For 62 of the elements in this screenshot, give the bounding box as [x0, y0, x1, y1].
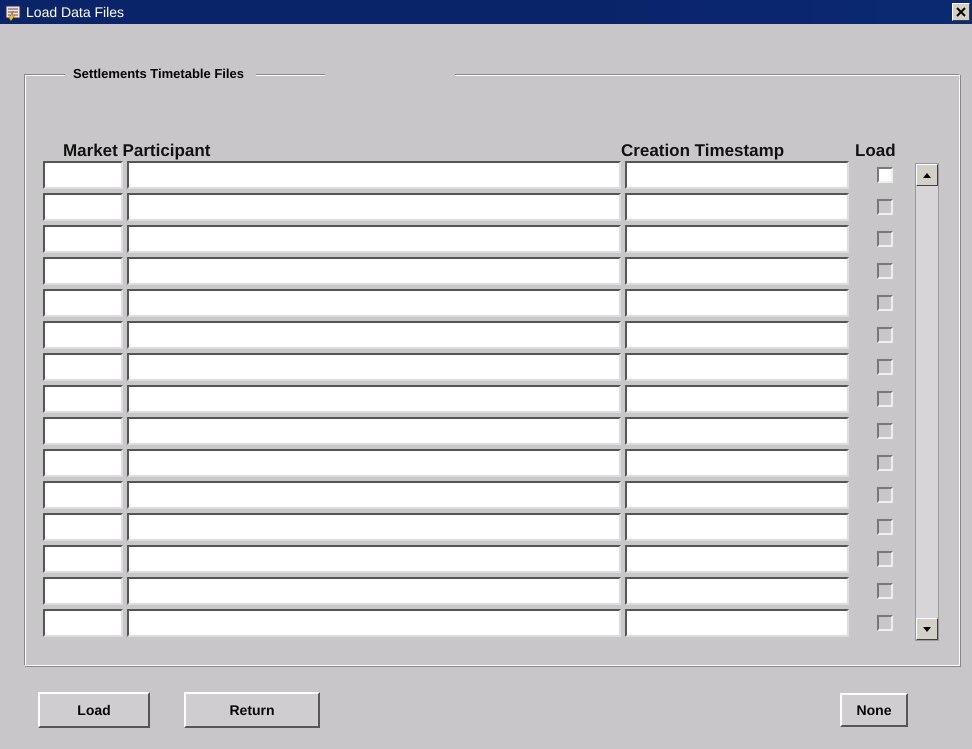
text-field[interactable] — [127, 417, 621, 445]
app-icon — [4, 3, 22, 21]
text-field[interactable] — [625, 417, 849, 445]
text-field[interactable] — [43, 577, 123, 605]
none-button[interactable]: None — [840, 693, 908, 727]
group-title: Settlements Timetable Files — [65, 66, 256, 81]
text-field[interactable] — [625, 161, 849, 189]
close-button[interactable] — [952, 3, 970, 21]
column-header: Market Participant — [62, 141, 212, 161]
text-field[interactable] — [127, 609, 621, 637]
text-field[interactable] — [625, 321, 849, 349]
scroll-bar[interactable] — [915, 163, 939, 641]
text-field[interactable] — [43, 289, 123, 317]
scroll-up-button[interactable] — [916, 164, 938, 186]
text-field[interactable] — [127, 193, 621, 221]
text-field[interactable] — [43, 609, 123, 637]
text-field[interactable] — [127, 449, 621, 477]
scroll-down-button[interactable] — [916, 618, 938, 640]
column-header: Load — [855, 141, 896, 161]
return-button[interactable]: Return — [184, 692, 320, 728]
text-field[interactable] — [127, 353, 621, 381]
text-field[interactable] — [127, 321, 621, 349]
text-field[interactable] — [625, 449, 849, 477]
text-field[interactable] — [127, 481, 621, 509]
text-field[interactable] — [127, 161, 621, 189]
text-field[interactable] — [625, 609, 849, 637]
text-field[interactable] — [43, 513, 123, 541]
text-field[interactable] — [43, 257, 123, 285]
column-header: Creation Timestamp — [621, 141, 786, 161]
text-field[interactable] — [127, 513, 621, 541]
text-field[interactable] — [127, 289, 621, 317]
text-field[interactable] — [43, 545, 123, 573]
text-field[interactable] — [625, 257, 849, 285]
load-button[interactable]: Load — [38, 692, 150, 728]
text-field[interactable] — [43, 385, 123, 413]
text-field[interactable] — [127, 545, 621, 573]
text-field[interactable] — [127, 257, 621, 285]
text-field[interactable] — [625, 225, 849, 253]
text-field[interactable] — [625, 193, 849, 221]
text-field[interactable] — [625, 481, 849, 509]
text-field[interactable] — [625, 545, 849, 573]
text-field[interactable] — [43, 353, 123, 381]
up-triangle-icon — [923, 172, 931, 178]
text-field[interactable] — [43, 161, 123, 189]
close-icon — [956, 7, 966, 17]
text-field[interactable] — [625, 385, 849, 413]
window-title: Load Data Files — [26, 4, 126, 20]
down-triangle-icon — [923, 626, 931, 632]
text-field[interactable] — [127, 225, 621, 253]
text-field[interactable] — [625, 577, 849, 605]
text-field[interactable] — [43, 193, 123, 221]
text-field[interactable] — [127, 577, 621, 605]
text-field[interactable] — [625, 289, 849, 317]
text-field[interactable] — [43, 321, 123, 349]
text-field[interactable] — [625, 353, 849, 381]
text-field[interactable] — [43, 481, 123, 509]
checkbox[interactable] — [877, 167, 893, 183]
text-field[interactable] — [127, 385, 621, 413]
text-field[interactable] — [43, 449, 123, 477]
text-field[interactable] — [43, 417, 123, 445]
text-field[interactable] — [625, 513, 849, 541]
text-field[interactable] — [43, 225, 123, 253]
